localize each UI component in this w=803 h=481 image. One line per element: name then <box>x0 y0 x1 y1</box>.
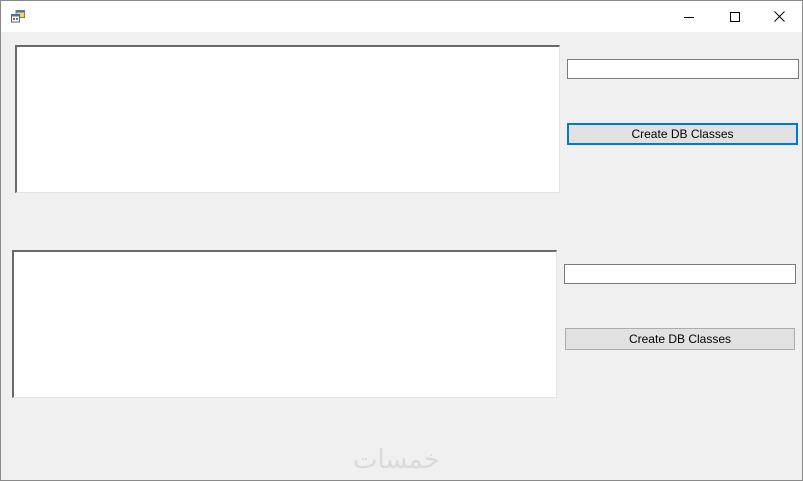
close-icon <box>773 11 785 22</box>
title-bar[interactable] <box>1 1 802 32</box>
maximize-button[interactable] <box>712 1 758 32</box>
bottom-list-box[interactable] <box>12 250 557 398</box>
minimize-button[interactable] <box>666 1 712 32</box>
watermark: خمسات <box>353 445 440 475</box>
maximize-icon <box>730 11 740 22</box>
app-window: Create DB Classes Create DB Classes خمسا… <box>0 0 803 481</box>
bottom-create-db-classes-button[interactable]: Create DB Classes <box>565 328 795 350</box>
close-button[interactable] <box>756 1 802 32</box>
top-list-box[interactable] <box>15 45 560 193</box>
top-create-db-classes-button[interactable]: Create DB Classes <box>567 123 798 145</box>
bottom-text-input[interactable] <box>564 264 796 284</box>
top-text-input[interactable] <box>567 59 799 79</box>
minimize-icon <box>684 16 694 18</box>
app-form-icon <box>11 10 25 23</box>
